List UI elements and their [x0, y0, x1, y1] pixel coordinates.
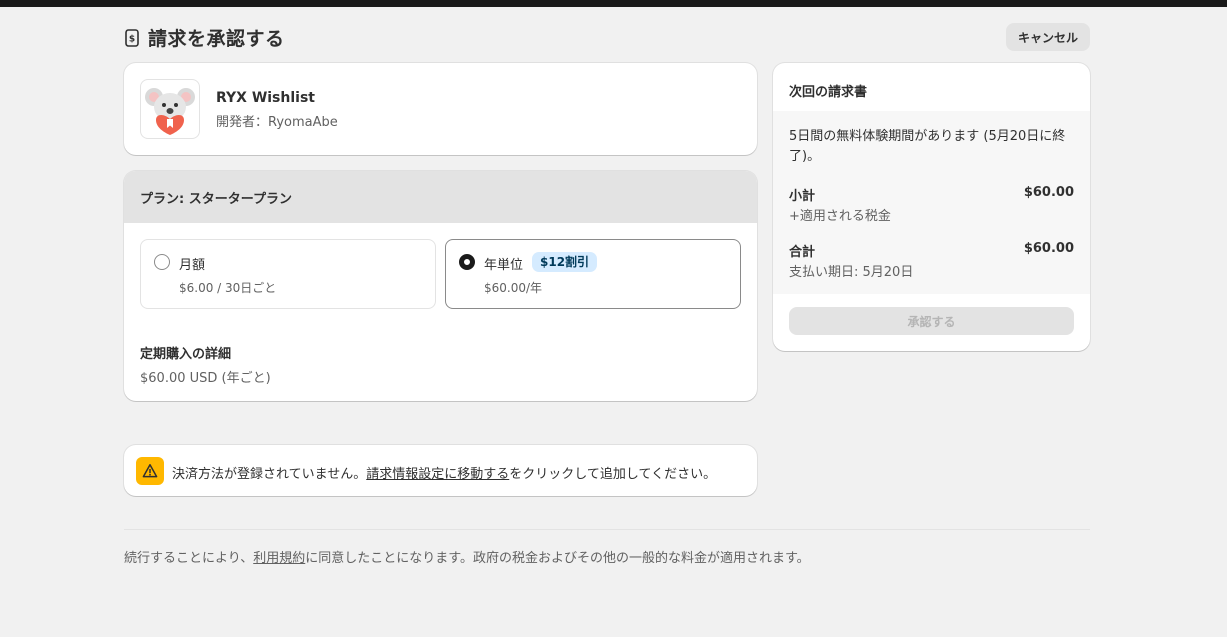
top-bar	[0, 0, 1227, 7]
next-invoice-card: 次回の請求書 5日間の無料体験期間があります (5月20日に終了)。 小計 $6…	[773, 63, 1090, 351]
warning-text-after: をクリックして追加してください。	[509, 467, 717, 482]
monthly-radio[interactable]	[154, 254, 170, 270]
monthly-label: 月額	[179, 258, 206, 273]
discount-badge: $12割引	[532, 252, 598, 272]
app-developer: 開発者：RyomaAbe	[216, 115, 338, 130]
invoice-body: 5日間の無料体験期間があります (5月20日に終了)。 小計 $60.00 +適…	[773, 111, 1090, 294]
svg-text:$: $	[129, 34, 135, 44]
app-card: RYX Wishlist 開発者：RyomaAbe	[124, 63, 757, 155]
trial-notice: 5日間の無料体験期間があります (5月20日に終了)。	[789, 129, 1066, 164]
receipt-icon: $	[124, 28, 142, 48]
footer-text-after: に同意したことになります。政府の税金およびその他の一般的な料金が適用されます。	[305, 551, 810, 566]
total-amount: $60.00	[1023, 241, 1074, 256]
yearly-label: 年単位	[484, 258, 524, 273]
warning-text-before: 決済方法が登録されていません。	[172, 467, 367, 482]
alert-triangle-icon	[136, 457, 164, 485]
invoice-title: 次回の請求書	[789, 85, 868, 100]
app-name: RYX Wishlist	[216, 90, 315, 106]
tax-note: +適用される税金	[789, 209, 891, 224]
plan-option-yearly[interactable]: 年単位 $12割引 $60.00/年	[445, 239, 741, 309]
terms-link[interactable]: 利用規約	[253, 551, 305, 566]
yearly-radio[interactable]	[459, 254, 475, 270]
koala-app-icon	[140, 79, 200, 139]
footer-terms: 続行することにより、利用規約に同意したことになります。政府の税金およびその他の一…	[124, 547, 810, 566]
plan-header: プラン: スタータープラン	[124, 171, 757, 223]
approve-button[interactable]: 承認する	[789, 307, 1074, 335]
yearly-price: $60.00/年	[484, 281, 543, 295]
warning-text: 決済方法が登録されていません。請求情報設定に移動するをクリックして追加してくださ…	[172, 463, 716, 482]
subscription-details-title: 定期購入の詳細	[140, 347, 232, 362]
payment-warning-banner: 決済方法が登録されていません。請求情報設定に移動するをクリックして追加してくださ…	[124, 445, 757, 496]
subtotal-label: 小計	[789, 189, 816, 204]
subscription-details-value: $60.00 USD (年ごと)	[140, 371, 271, 386]
page-header: $ 請求を承認する キャンセル	[124, 22, 1090, 52]
footer-divider	[124, 529, 1090, 530]
monthly-price: $6.00 / 30日ごと	[179, 281, 277, 295]
footer-text-before: 続行することにより、	[124, 551, 254, 566]
due-date: 支払い期日: 5月20日	[789, 265, 914, 280]
cancel-button[interactable]: キャンセル	[1006, 23, 1090, 51]
total-label: 合計	[789, 245, 816, 260]
subtotal-amount: $60.00	[1023, 185, 1074, 200]
billing-settings-link[interactable]: 請求情報設定に移動する	[366, 467, 509, 482]
page-title: 請求を承認する	[148, 28, 285, 50]
plan-card: プラン: スタータープラン 月額 $6.00 / 30日ごと 年単位 $12割引…	[124, 171, 757, 401]
page-title-wrap: $ 請求を承認する	[124, 24, 285, 51]
plan-option-monthly[interactable]: 月額 $6.00 / 30日ごと	[140, 239, 436, 309]
